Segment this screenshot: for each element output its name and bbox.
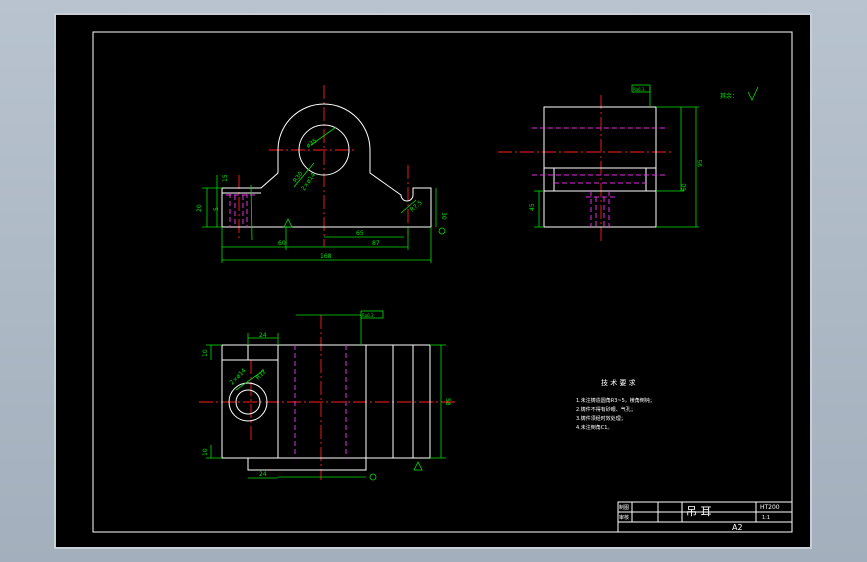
dim-87: 87 [372, 240, 380, 247]
sheet-size: A2 [732, 523, 743, 532]
datum-tag-label: Ra6.3 [633, 87, 645, 92]
dim-45: 45 [529, 203, 536, 211]
dim-65: 65 [356, 230, 364, 237]
dim-58: 58 [444, 398, 451, 406]
dim-30: 30 [440, 212, 447, 220]
row-label-2: 审核 [619, 514, 629, 521]
front-view: 15 5 20 60 65 87 168 30 ø35 R30 2×ø14 R7… [196, 85, 447, 263]
dim-60: 60 [278, 240, 286, 247]
material: HT200 [760, 504, 780, 511]
row-label-1: 制图 [619, 504, 629, 511]
tech-item-4: 4.未注倒角C1。 [576, 424, 612, 431]
part-name: 吊 耳 [686, 505, 712, 518]
top-outline-left [221, 344, 367, 471]
drawing-canvas[interactable]: 15 5 20 60 65 87 168 30 ø35 R30 2×ø14 R7… [54, 13, 812, 549]
dim-10-bottom: 10 [202, 448, 209, 456]
dim-20: 20 [196, 204, 203, 212]
scale: 1:1 [762, 515, 770, 521]
dim-24-top: 24 [259, 332, 267, 339]
tech-item-2: 2.铸件不得有砂眼、气孔； [576, 406, 636, 413]
roughness-symbol [747, 86, 759, 101]
tech-item-1: 1.未注铸造圆角R3~5，棱角倒钝； [576, 397, 655, 404]
title-block: 制图 审核 吊 耳 HT200 1:1 A2 [617, 501, 793, 533]
side-outline [543, 106, 657, 228]
dim-95: 95 [697, 159, 704, 167]
cad-drawing: 15 5 20 60 65 87 168 30 ø35 R30 2×ø14 R7… [92, 31, 793, 533]
side-view: Ra6.3 95 60 45 其余： [498, 84, 759, 243]
datum-tag-label: Ra6.3 [362, 313, 374, 318]
tech-title: 技 术 要 求 [601, 378, 636, 387]
dim-radius: R12 [254, 368, 267, 381]
top-view: Ra6.3 24 24 10 10 58 2×ø14 R12 [199, 310, 456, 481]
dim-5: 5 [213, 207, 220, 211]
top-outline-right [277, 344, 431, 459]
dim-15: 15 [222, 174, 229, 182]
dim-10-top: 10 [202, 349, 209, 357]
dim-24-bottom: 24 [259, 471, 267, 478]
front-outline [221, 103, 432, 228]
dim-small-radius: R7.5 [409, 199, 424, 213]
tech-item-3: 3.铸件须经时效处理； [576, 415, 626, 422]
dim-168: 168 [320, 253, 332, 260]
tech-requirements: 技 术 要 求 1.未注铸造圆角R3~5，棱角倒钝； 2.铸件不得有砂眼、气孔；… [576, 378, 655, 431]
dim-60: 60 [681, 183, 688, 191]
dim-bore-dia: ø35 [305, 137, 318, 149]
roughness-note: 其余： [720, 92, 738, 100]
